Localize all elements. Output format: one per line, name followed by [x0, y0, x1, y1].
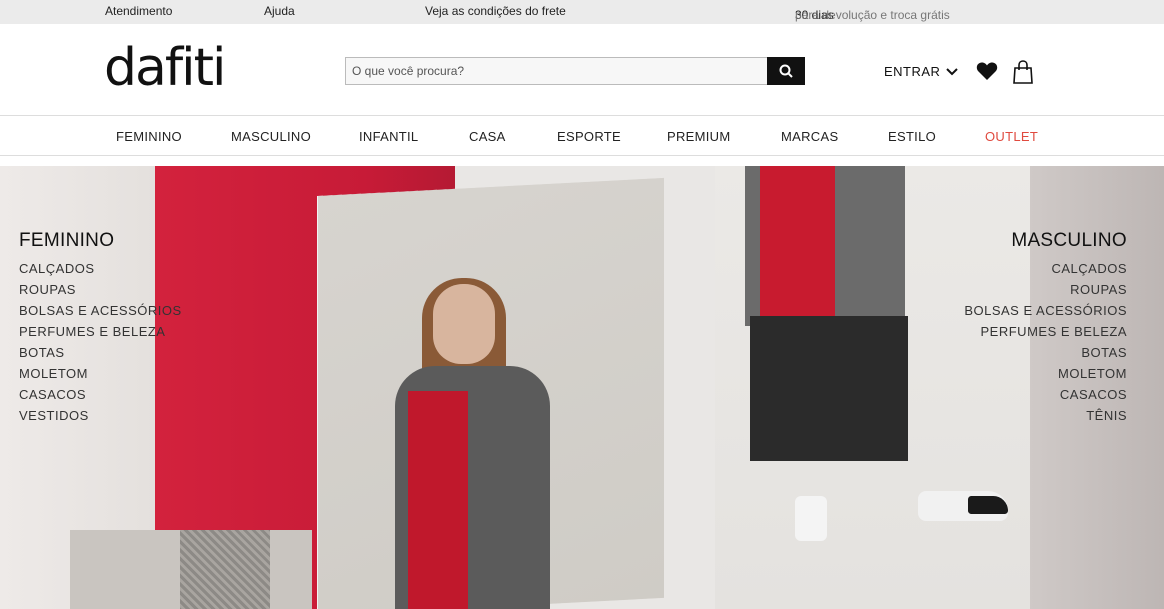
feminino-category-menu: FEMININO CALÇADOS ROUPAS BOLSAS E ACESSÓ… [19, 230, 182, 426]
nav-item-infantil[interactable]: INFANTIL [359, 129, 418, 144]
devolucao-text: para devolução e troca grátis [795, 8, 950, 22]
heart-icon [976, 62, 998, 80]
masculino-link-moletom[interactable]: MOLETOM [964, 363, 1127, 384]
nav-item-esporte[interactable]: ESPORTE [557, 129, 621, 144]
feminino-link-bolsas[interactable]: BOLSAS E ACESSÓRIOS [19, 300, 182, 321]
masculino-link-tenis[interactable]: TÊNIS [964, 405, 1127, 426]
feminino-link-moletom[interactable]: MOLETOM [19, 363, 182, 384]
feminino-link-perfumes[interactable]: PERFUMES E BELEZA [19, 321, 182, 342]
login-dropdown[interactable]: ENTRAR [884, 64, 959, 79]
model2-pants [750, 316, 908, 461]
masculino-link-casacos[interactable]: CASACOS [964, 384, 1127, 405]
wishlist-button[interactable] [976, 61, 998, 86]
nav-item-outlet[interactable]: OUTLET [985, 129, 1038, 144]
search-icon [779, 64, 793, 78]
masculino-link-roupas[interactable]: ROUPAS [964, 279, 1127, 300]
nav-item-estilo[interactable]: ESTILO [888, 129, 936, 144]
masculino-link-botas[interactable]: BOTAS [964, 342, 1127, 363]
feminino-link-botas[interactable]: BOTAS [19, 342, 182, 363]
feminino-link-casacos[interactable]: CASACOS [19, 384, 182, 405]
feminino-link-calcados[interactable]: CALÇADOS [19, 258, 182, 279]
masculino-title[interactable]: MASCULINO [964, 230, 1127, 252]
model-face [433, 284, 495, 364]
search-input[interactable] [345, 57, 768, 85]
hero-plaid-figure [180, 530, 270, 609]
login-label: ENTRAR [884, 64, 941, 79]
masculino-link-bolsas[interactable]: BOLSAS E ACESSÓRIOS [964, 300, 1127, 321]
main-nav: FEMININO MASCULINO INFANTIL CASA ESPORTE… [0, 117, 1164, 156]
frete-link[interactable]: Veja as condições do frete [425, 4, 566, 18]
dafiti-logo[interactable]: dafiti [104, 38, 226, 98]
model-coat-red-panel [408, 391, 468, 609]
nav-item-marcas[interactable]: MARCAS [781, 129, 838, 144]
feminino-title[interactable]: FEMININO [19, 230, 182, 252]
masculino-category-menu: MASCULINO CALÇADOS ROUPAS BOLSAS E ACESS… [964, 230, 1127, 426]
nav-item-premium[interactable]: PREMIUM [667, 129, 731, 144]
ajuda-link[interactable]: Ajuda [264, 4, 295, 18]
chevron-down-icon [946, 67, 959, 75]
masculino-link-calcados[interactable]: CALÇADOS [964, 258, 1127, 279]
nav-item-masculino[interactable]: MASCULINO [231, 129, 311, 144]
bag-icon [1013, 60, 1033, 84]
feminino-link-roupas[interactable]: ROUPAS [19, 279, 182, 300]
atendimento-link[interactable]: Atendimento [105, 4, 172, 18]
feminino-link-vestidos[interactable]: VESTIDOS [19, 405, 182, 426]
cart-button[interactable] [1013, 60, 1033, 89]
model2-shoe-left [795, 496, 827, 541]
nav-item-feminino[interactable]: FEMININO [116, 129, 182, 144]
search-bar [345, 57, 805, 85]
nav-item-casa[interactable]: CASA [469, 129, 506, 144]
search-button[interactable] [767, 57, 805, 85]
model2-coat-red [760, 166, 835, 331]
masculino-link-perfumes[interactable]: PERFUMES E BELEZA [964, 321, 1127, 342]
top-bar: Atendimento Ajuda Veja as condições do f… [0, 0, 1164, 24]
header: dafiti ENTRAR [0, 24, 1164, 116]
model2-shoe-toe [968, 496, 1008, 514]
